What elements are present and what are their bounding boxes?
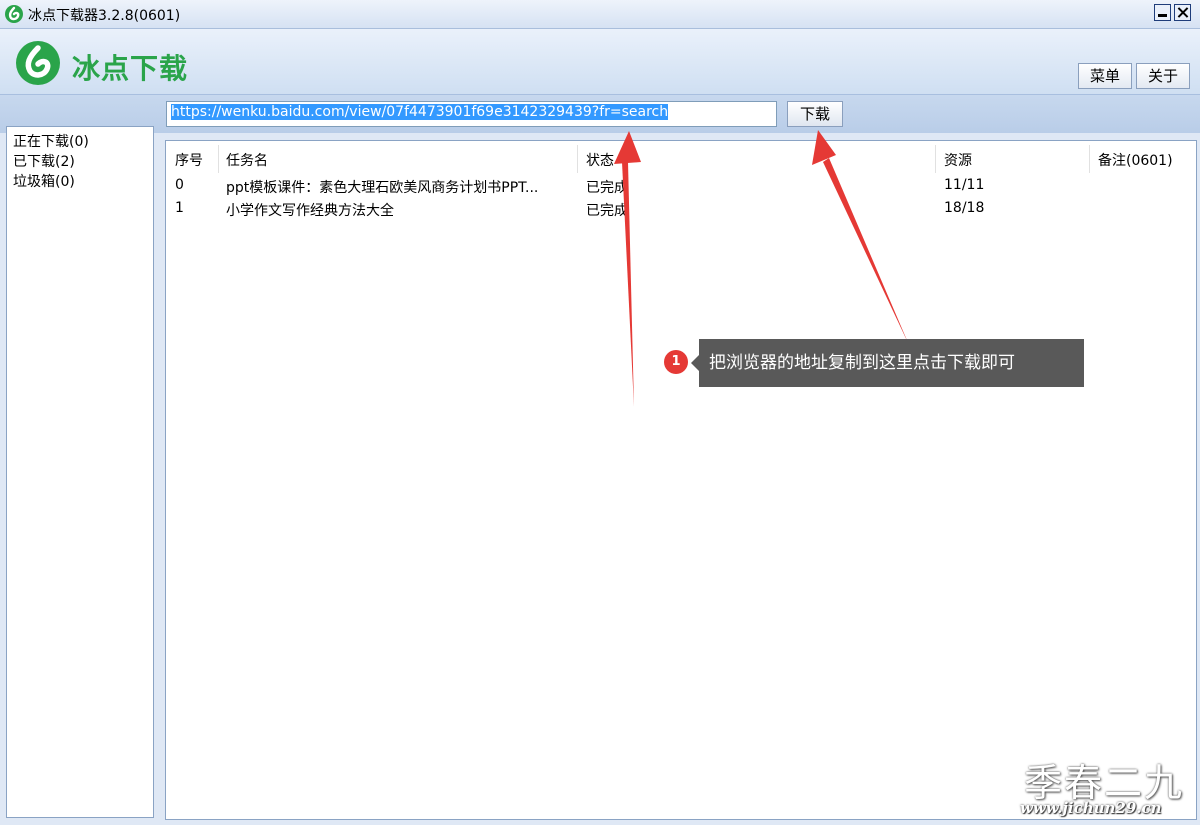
url-toolbar: https://wenku.baidu.com/view/07f4473901f… (0, 94, 1200, 133)
column-divider[interactable] (218, 145, 219, 173)
column-divider[interactable] (1089, 145, 1090, 173)
column-divider[interactable] (577, 145, 578, 173)
app-header: 冰点下载 菜单 关于 (0, 29, 1200, 94)
column-header-status[interactable]: 状态 (586, 150, 614, 170)
step-number-badge: 1 (664, 350, 688, 374)
column-divider[interactable] (935, 145, 936, 173)
row-1-name[interactable]: 小学作文写作经典方法大全 (226, 200, 394, 220)
sidebar-item-trash[interactable]: 垃圾箱(0) (13, 171, 75, 191)
app-logo-icon (5, 5, 23, 23)
row-0-resource[interactable]: 11/11 (944, 177, 984, 193)
url-input-value: https://wenku.baidu.com/view/07f4473901f… (171, 104, 669, 120)
column-header-index[interactable]: 序号 (175, 150, 203, 170)
sidebar-item-downloaded[interactable]: 已下载(2) (13, 151, 75, 171)
column-header-resource[interactable]: 资源 (944, 150, 972, 170)
row-0-name[interactable]: ppt模板课件：素色大理石欧美风商务计划书PPT... (226, 177, 538, 197)
brand-logo-icon (16, 41, 60, 85)
download-button[interactable]: 下载 (787, 101, 843, 127)
minimize-button[interactable] (1154, 4, 1171, 21)
row-0-status[interactable]: 已完成 (586, 177, 628, 197)
about-button[interactable]: 关于 (1136, 63, 1190, 89)
row-1-index[interactable]: 1 (175, 200, 184, 216)
row-1-status[interactable]: 已完成 (586, 200, 628, 220)
window-title: 冰点下载器3.2.8(0601) (28, 8, 181, 24)
title-bar: 冰点下载器3.2.8(0601) (0, 0, 1200, 29)
column-header-note[interactable]: 备注(0601) (1098, 150, 1173, 170)
row-0-index[interactable]: 0 (175, 177, 184, 193)
close-button[interactable] (1174, 4, 1191, 21)
column-header-name[interactable]: 任务名 (226, 150, 268, 170)
task-table: 序号 任务名 状态 资源 备注(0601) 0 ppt模板课件：素色大理石欧美风… (165, 140, 1197, 820)
category-sidebar: 正在下载(0) 已下载(2) 垃圾箱(0) (6, 126, 154, 818)
row-1-resource[interactable]: 18/18 (944, 200, 984, 216)
sidebar-item-downloading[interactable]: 正在下载(0) (13, 131, 89, 151)
watermark-url: www.jichun29.cn (1020, 799, 1162, 817)
brand-logo-text: 冰点下载 (72, 52, 189, 85)
instruction-tooltip: 把浏览器的地址复制到这里点击下载即可 (691, 339, 1084, 387)
menu-button[interactable]: 菜单 (1078, 63, 1132, 89)
url-input[interactable]: https://wenku.baidu.com/view/07f4473901f… (166, 101, 777, 127)
watermark: 季春二九 www.jichun29.cn (1020, 752, 1190, 822)
